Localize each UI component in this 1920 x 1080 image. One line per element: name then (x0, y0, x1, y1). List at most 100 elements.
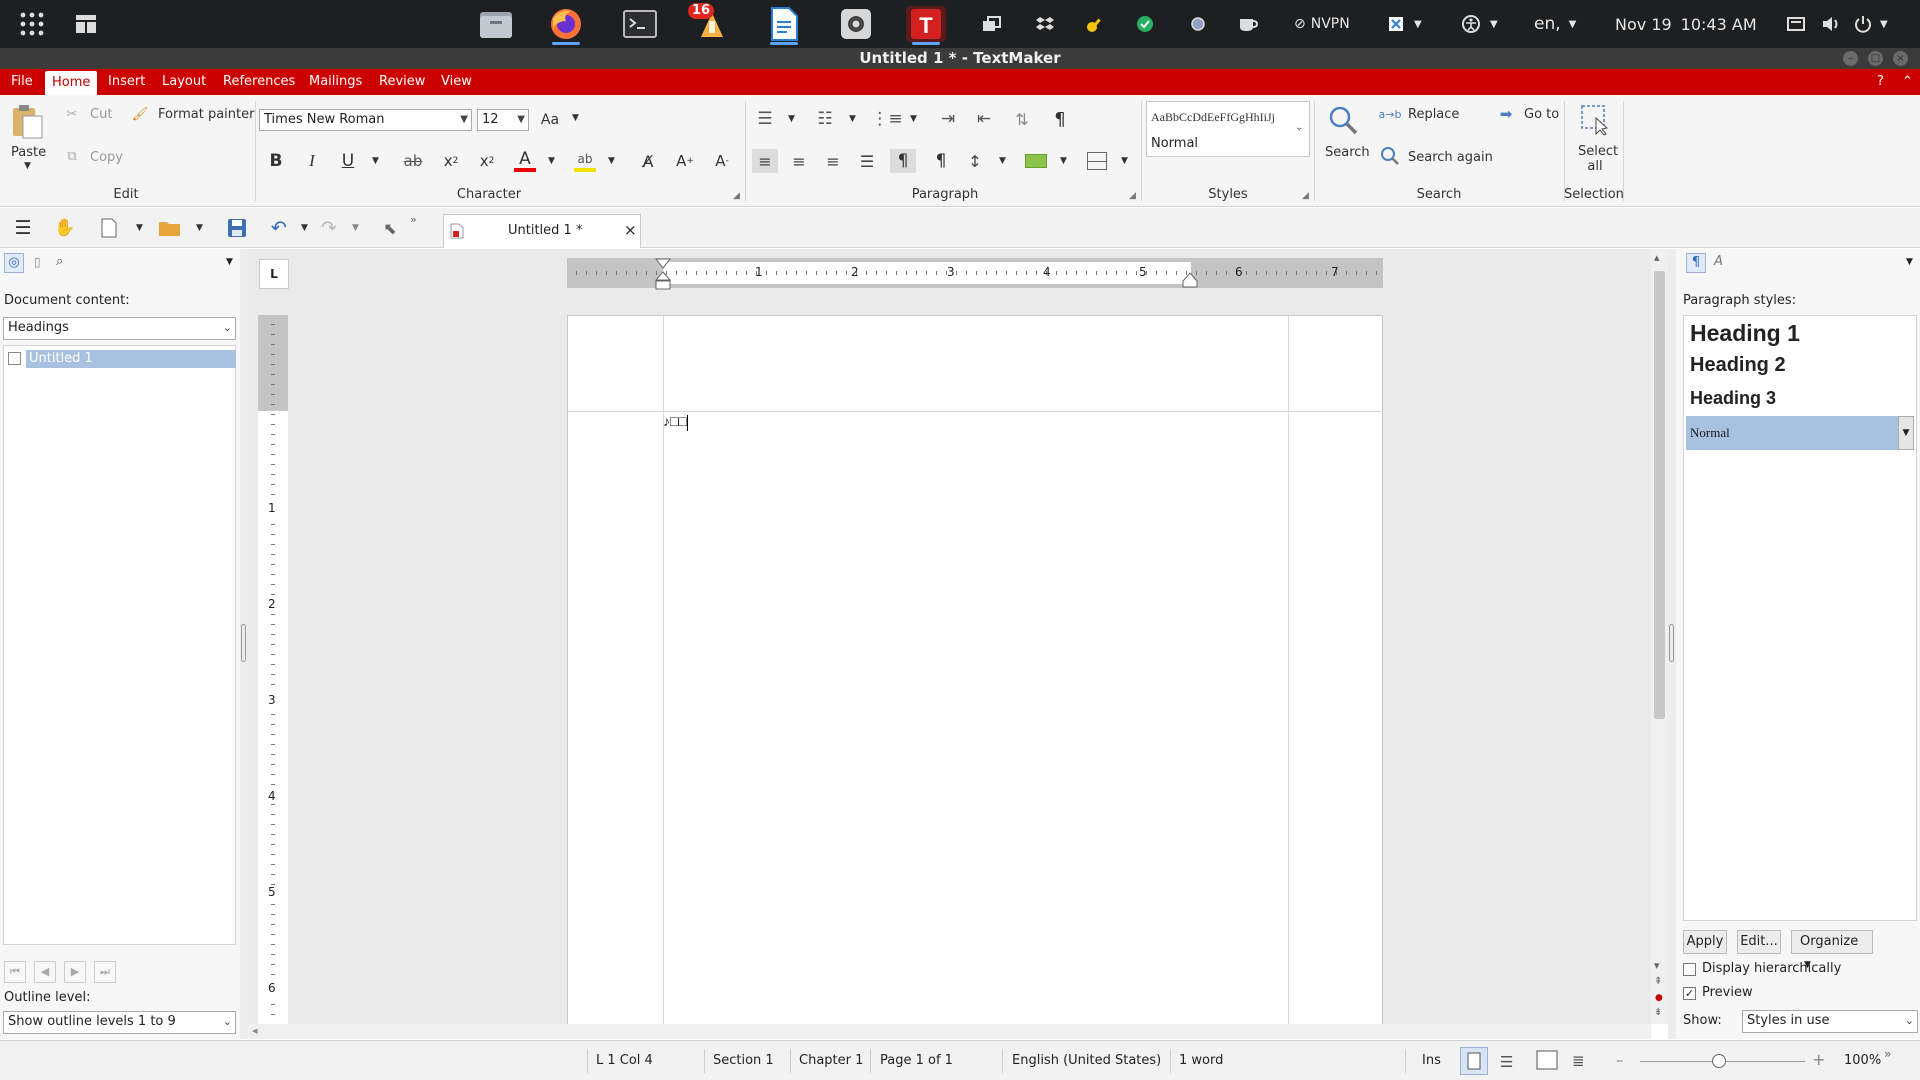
outline-view-icon[interactable]: ≣ (1572, 1052, 1585, 1070)
chevron-down-icon[interactable]: ▼ (572, 113, 579, 123)
select-all-icon[interactable] (1578, 103, 1612, 137)
zoom-level[interactable]: 100% (1844, 1053, 1881, 1068)
chevron-down-icon[interactable]: ▼ (1121, 156, 1128, 166)
increase-indent-icon[interactable]: ⇥ (935, 107, 961, 131)
strikethrough-icon[interactable]: ab (401, 149, 425, 173)
status-word-count[interactable]: 1 word (1179, 1053, 1223, 1068)
menu-view[interactable]: View (434, 69, 479, 95)
app-indicator-icon[interactable]: ▼ (1388, 0, 1422, 48)
screenshot-icon[interactable] (1787, 0, 1805, 48)
status-chapter[interactable]: Chapter 1 (799, 1053, 863, 1068)
chevron-down-icon[interactable]: ▼ (226, 257, 233, 267)
navigator-compass-icon[interactable]: ◎ (4, 253, 24, 273)
horizontal-ruler[interactable]: 1 2 3 4 5 6 7 (567, 258, 1383, 290)
zoom-out-icon[interactable]: – (1616, 1051, 1624, 1069)
scroll-up-icon[interactable]: ▴ (1654, 251, 1660, 264)
clock[interactable]: Nov 19 10:43 AM (1615, 0, 1757, 48)
help-button[interactable]: ? (1870, 69, 1891, 95)
edit-style-button[interactable]: Edit... (1737, 930, 1781, 954)
apply-style-button[interactable]: Apply (1683, 930, 1727, 954)
search-icon[interactable] (1327, 103, 1359, 137)
navigator-search-icon[interactable]: ⌕ (56, 254, 63, 269)
menu-home[interactable]: Home (45, 71, 98, 95)
zoom-slider-thumb[interactable] (1712, 1054, 1726, 1068)
show-formatting-marks-icon[interactable]: ¶ (1047, 107, 1073, 131)
tree-checkbox[interactable] (8, 352, 21, 365)
chevron-down-icon[interactable]: ▼ (999, 156, 1006, 166)
zoom-in-icon[interactable]: + (1812, 1050, 1825, 1069)
right-indent-marker-icon[interactable] (1182, 272, 1198, 288)
italic-icon[interactable]: I (300, 149, 324, 173)
style-heading-2[interactable]: Heading 2 (1690, 354, 1786, 377)
chevron-down-icon[interactable]: ▼ (1906, 257, 1913, 267)
sync-ok-icon[interactable] (1136, 0, 1154, 48)
font-size-combo[interactable]: 12 ▼ (477, 109, 529, 131)
power-icon[interactable]: ▼ (1854, 0, 1888, 48)
chevron-down-icon[interactable]: ▼ (24, 161, 31, 171)
chevron-down-icon[interactable]: ▼ (301, 223, 308, 233)
decrease-indent-icon[interactable]: ⇤ (971, 107, 997, 131)
tree-item[interactable]: Untitled 1 (26, 350, 236, 368)
previous-page-icon[interactable]: ⇞ (1654, 976, 1662, 987)
open-folder-icon[interactable] (156, 216, 184, 240)
clear-formatting-icon[interactable]: A̸ (636, 149, 660, 173)
next-heading-icon[interactable]: ▶ (64, 961, 86, 983)
app-grid-icon[interactable] (12, 6, 52, 42)
multilevel-list-icon[interactable]: ⋮≡ (871, 107, 902, 131)
dialog-launcher-icon[interactable]: ◢ (733, 191, 740, 201)
panel-splitter[interactable] (1668, 249, 1676, 1039)
first-heading-icon[interactable]: ⏮ (4, 961, 26, 983)
align-center-icon[interactable]: ≡ (786, 149, 812, 173)
select-objects-icon[interactable]: ⬉ (378, 216, 402, 240)
search-again-button[interactable]: Search again (1408, 150, 1493, 165)
collapse-ribbon-icon[interactable]: ⌃ (1895, 69, 1920, 95)
style-normal[interactable]: Normal (1686, 416, 1898, 450)
previous-heading-icon[interactable]: ◀ (34, 961, 56, 983)
status-overflow-icon[interactable]: » (1884, 1047, 1891, 1061)
scroll-left-icon[interactable]: ◂ (252, 1024, 258, 1037)
coffee-icon[interactable] (1238, 0, 1258, 48)
font-color-icon[interactable]: A (512, 147, 538, 175)
volume-icon[interactable] (1821, 0, 1841, 48)
align-left-icon[interactable]: ≡ (752, 149, 778, 173)
font-name-combo[interactable]: Times New Roman ▼ (259, 109, 472, 131)
status-dot-icon[interactable] (1190, 0, 1206, 48)
borders-icon[interactable] (1084, 149, 1110, 173)
style-options-dropdown[interactable]: ▼ (1898, 416, 1914, 450)
browse-object-icon[interactable]: ● (1655, 993, 1663, 1003)
continuous-view-icon[interactable]: ☰ (1500, 1053, 1513, 1071)
document-tab[interactable]: Untitled 1 * × (443, 214, 641, 248)
chevron-down-icon[interactable]: ▼ (548, 156, 555, 166)
status-section[interactable]: Section 1 (713, 1053, 774, 1068)
splitter-handle[interactable] (241, 624, 246, 662)
chevron-down-icon[interactable]: ▼ (372, 156, 379, 166)
files-app-icon[interactable] (476, 6, 516, 42)
superscript-icon[interactable]: x2 (475, 149, 499, 173)
maximize-button[interactable]: □ (1868, 51, 1883, 66)
close-window-button[interactable]: × (1893, 51, 1908, 66)
numbering-icon[interactable]: ☷ (812, 107, 838, 131)
status-page[interactable]: Page 1 of 1 (880, 1053, 953, 1068)
status-language[interactable]: English (United States) (1012, 1053, 1161, 1068)
cut-icon[interactable]: ✂ (62, 104, 82, 124)
organize-button[interactable]: Organize ▼ (1791, 930, 1873, 970)
bold-icon[interactable]: B (264, 149, 288, 173)
shrink-font-icon[interactable]: A- (710, 149, 734, 173)
change-case-icon[interactable]: Aa (538, 109, 562, 131)
format-painter-icon[interactable]: 🖌 (128, 104, 152, 124)
indent-marker-icon[interactable] (654, 258, 672, 290)
replace-icon[interactable]: a→b (1378, 105, 1402, 123)
textmaker-app-icon[interactable]: T (906, 6, 946, 45)
window-titlebar[interactable]: Untitled 1 * - TextMaker (0, 48, 1920, 69)
vertical-ruler[interactable]: 1 2 3 4 5 6 (258, 315, 288, 1025)
menu-review[interactable]: Review (372, 69, 432, 95)
justify-icon[interactable]: ☰ (854, 149, 880, 173)
accessibility-icon[interactable]: ▼ (1462, 0, 1498, 48)
style-gallery[interactable]: AaBbCcDdEeFfGgHhIiJj Normal ⌄ (1146, 101, 1310, 157)
menu-insert[interactable]: Insert (101, 69, 152, 95)
horizontal-scrollbar[interactable]: ◂ (248, 1024, 1651, 1039)
chevron-down-icon[interactable]: ▼ (849, 114, 856, 124)
firefox-icon[interactable] (546, 6, 586, 45)
chevron-down-icon[interactable]: ▼ (196, 223, 203, 233)
hamburger-menu-icon[interactable]: ☰ (10, 216, 36, 240)
